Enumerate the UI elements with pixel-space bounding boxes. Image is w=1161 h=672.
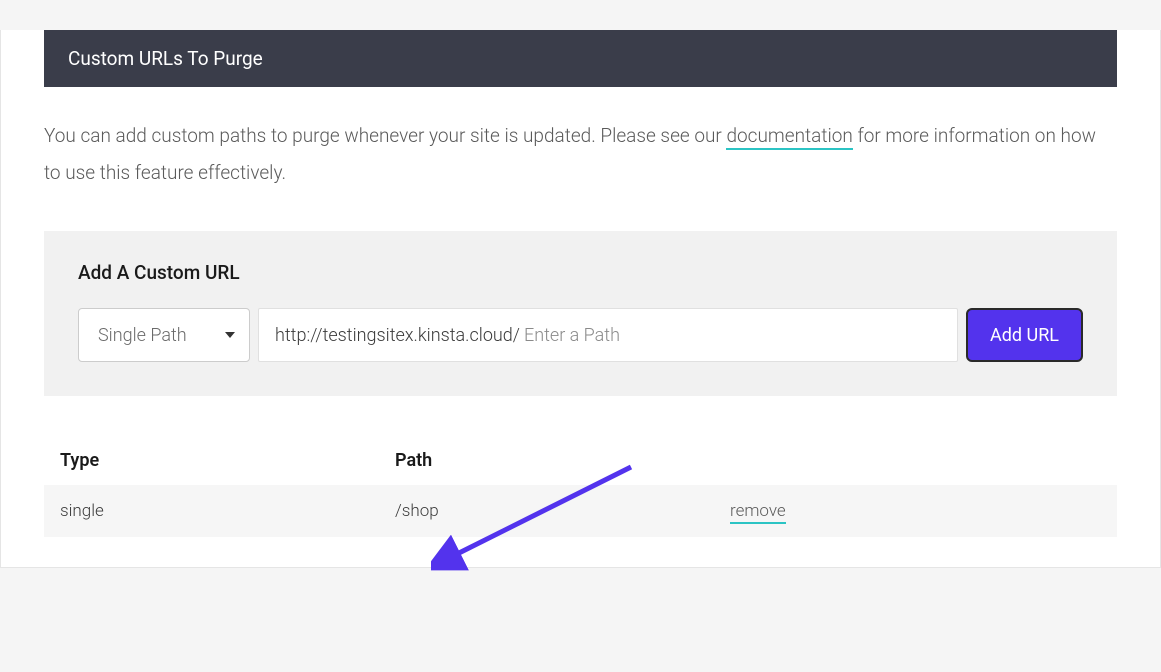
table-row: single /shop remove — [44, 485, 1117, 537]
custom-urls-panel: Custom URLs To Purge You can add custom … — [0, 30, 1161, 568]
row-path: /shop — [395, 501, 730, 521]
chevron-down-icon — [225, 332, 235, 338]
section-title: Custom URLs To Purge — [68, 47, 263, 70]
add-url-button[interactable]: Add URL — [966, 308, 1083, 362]
add-url-title: Add A Custom URL — [78, 261, 1083, 284]
table-header: Type Path — [44, 436, 1117, 485]
url-path-input[interactable] — [520, 325, 941, 346]
path-type-select[interactable]: Single Path — [78, 308, 250, 362]
row-type: single — [60, 501, 395, 521]
row-action: remove — [730, 501, 1101, 521]
add-url-panel: Add A Custom URL Single Path http://test… — [44, 231, 1117, 396]
url-input-wrap[interactable]: http://testingsitex.kinsta.cloud/ — [258, 308, 958, 362]
add-url-row: Single Path http://testingsitex.kinsta.c… — [78, 308, 1083, 362]
path-type-value: Single Path — [98, 325, 187, 346]
section-header: Custom URLs To Purge — [44, 30, 1117, 87]
section-description: You can add custom paths to purge whenev… — [44, 117, 1117, 191]
header-type: Type — [60, 450, 395, 471]
remove-link[interactable]: remove — [730, 501, 786, 524]
header-path: Path — [395, 450, 730, 471]
description-text-before: You can add custom paths to purge whenev… — [44, 124, 726, 147]
documentation-link[interactable]: documentation — [726, 124, 852, 150]
url-table: Type Path single /shop remove — [44, 436, 1117, 537]
url-prefix: http://testingsitex.kinsta.cloud/ — [275, 325, 520, 346]
header-action — [730, 450, 1101, 471]
